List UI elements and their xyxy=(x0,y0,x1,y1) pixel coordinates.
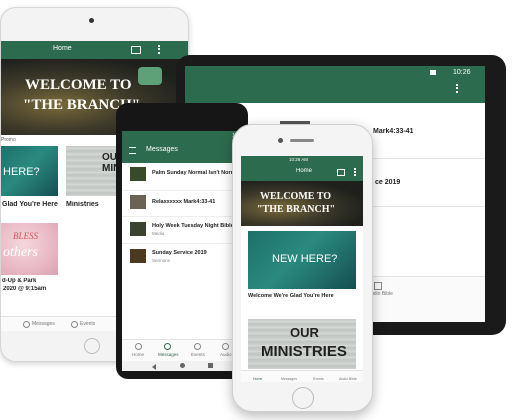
promo-script2: others xyxy=(3,245,38,260)
signal-icon xyxy=(430,70,436,75)
more-vert-icon[interactable] xyxy=(456,84,460,93)
iphone-screen: 10:26 AM Home WELCOME TO "THE BRANCH" NE… xyxy=(241,156,363,382)
tab-events[interactable]: Events xyxy=(80,321,95,327)
events-tab-icon[interactable] xyxy=(194,343,201,350)
message-row[interactable]: Sunday Service 2019 Sermons xyxy=(122,243,242,268)
card-new-here[interactable]: HERE? xyxy=(1,146,58,196)
message-title: Sunday Service 2019 xyxy=(152,250,207,256)
card-new-here-text: HERE? xyxy=(3,166,40,178)
tab-home[interactable]: Home xyxy=(132,352,144,357)
home-tab-icon[interactable] xyxy=(135,343,142,350)
iphone-header: 10:26 AM Home xyxy=(241,156,363,181)
iphone-new-here-caption: Welcome We're Glad You're Here xyxy=(248,293,334,299)
tablet-right-status-time: 10:26 xyxy=(453,69,471,76)
iphone-hero-line1: WELCOME TO xyxy=(260,191,332,202)
tab-home[interactable]: Home xyxy=(253,377,262,381)
more-icon[interactable] xyxy=(354,168,358,176)
back-icon[interactable] xyxy=(152,364,156,370)
iphone-header-title: Home xyxy=(296,168,313,174)
promo-image[interactable]: BLESS others xyxy=(1,223,58,275)
tablet-right-row1-title[interactable]: Mark4:33-41 xyxy=(373,128,413,135)
card-ministries-caption: Ministries xyxy=(66,201,99,208)
cast-icon[interactable] xyxy=(131,46,141,54)
phone-android: 10 Messages Palm Sunday Normal Isn't Nor… xyxy=(116,103,248,379)
message-thumb xyxy=(130,195,146,209)
promo-caption2: 2020 @ 9:15am xyxy=(3,286,47,292)
iphone-speaker xyxy=(290,139,314,142)
cast-icon[interactable] xyxy=(337,169,345,176)
home-circle-icon[interactable] xyxy=(180,363,185,368)
iphone-status-time: 10:26 AM xyxy=(289,157,309,162)
hero-line1: WELCOME TO xyxy=(25,77,132,93)
tab-messages[interactable]: Messages xyxy=(281,377,297,381)
tab-audio-bible[interactable]: Audio Bible xyxy=(339,377,357,381)
tablet-right-header: 10:26 xyxy=(185,66,485,103)
message-thumb xyxy=(130,249,146,263)
phone-android-bottom-nav: Home Messages Events Audio B xyxy=(122,339,242,362)
tab-messages[interactable]: Messages xyxy=(158,352,179,357)
tablet-right-row2-title[interactable]: ce 2019 xyxy=(375,179,400,186)
messages-tab-icon[interactable] xyxy=(23,321,30,328)
iphone-ministries-line2: MINISTRIES xyxy=(261,343,347,360)
message-subtitle: Media xyxy=(152,231,165,236)
tab-events[interactable]: Events xyxy=(313,377,324,381)
audio-bible-tab-icon[interactable] xyxy=(374,282,382,290)
message-row[interactable]: Holy Week Tuesday Night Bible... Media xyxy=(122,216,242,241)
phone-android-header-title: Messages xyxy=(146,146,178,153)
promo-script1: BLESS xyxy=(13,231,39,241)
tablet-left-header-title: Home xyxy=(53,45,72,52)
iphone-hero[interactable]: WELCOME TO "THE BRANCH" xyxy=(241,181,363,226)
iphone-camera xyxy=(278,138,283,143)
iphone-ministries-card[interactable]: OUR MINISTRIES xyxy=(248,319,356,369)
android-system-nav xyxy=(122,361,242,371)
iphone-hero-line2: "THE BRANCH" xyxy=(257,204,336,215)
hamburger-menu-icon[interactable] xyxy=(129,147,136,154)
message-row[interactable]: Palm Sunday Normal Isn't Norm xyxy=(122,164,242,186)
message-title: Relaxxxxxx Mark4:33-41 xyxy=(152,199,216,205)
iphone-new-here-card[interactable]: NEW HERE? xyxy=(248,231,356,289)
promo-label: Promo xyxy=(1,137,16,143)
iphone-home-button[interactable] xyxy=(292,387,314,409)
message-thumb xyxy=(130,167,146,181)
message-title: Palm Sunday Normal Isn't Norm xyxy=(152,170,236,176)
tab-messages[interactable]: Messages xyxy=(32,321,55,327)
message-row[interactable]: Relaxxxxxx Mark4:33-41 xyxy=(122,190,242,213)
tab-events[interactable]: Events xyxy=(191,352,205,357)
tab-audio-bible[interactable]: udio Bible xyxy=(371,291,393,297)
iphone-bottom-nav: Home Messages Events Audio Bible xyxy=(241,370,363,382)
more-icon[interactable] xyxy=(158,45,162,54)
branch-logo xyxy=(138,67,162,85)
audio-tab-icon[interactable] xyxy=(222,343,229,350)
tablet-left-camera xyxy=(89,18,94,23)
phone-iphone: 10:26 AM Home WELCOME TO "THE BRANCH" NE… xyxy=(232,124,373,412)
message-title: Holy Week Tuesday Night Bible... xyxy=(152,223,239,229)
iphone-new-here-text: NEW HERE? xyxy=(272,253,338,265)
message-thumb xyxy=(130,222,146,236)
tablet-left-home-button[interactable] xyxy=(84,338,100,354)
card-ministries[interactable]: OUR MINISTRI xyxy=(66,146,124,196)
tablet-left-header: Home xyxy=(1,41,188,59)
iphone-ministries-line1: OUR xyxy=(290,325,319,340)
message-subtitle: Sermons xyxy=(152,258,171,263)
card-new-here-caption: Glad You're Here xyxy=(2,201,58,208)
messages-tab-icon[interactable] xyxy=(164,343,171,350)
phone-android-screen: 10 Messages Palm Sunday Normal Isn't Nor… xyxy=(122,131,242,371)
recents-icon[interactable] xyxy=(208,363,213,368)
phone-android-header: 10 Messages xyxy=(122,131,242,163)
events-tab-icon[interactable] xyxy=(71,321,78,328)
promo-caption1: d-Up & Park xyxy=(2,278,37,284)
